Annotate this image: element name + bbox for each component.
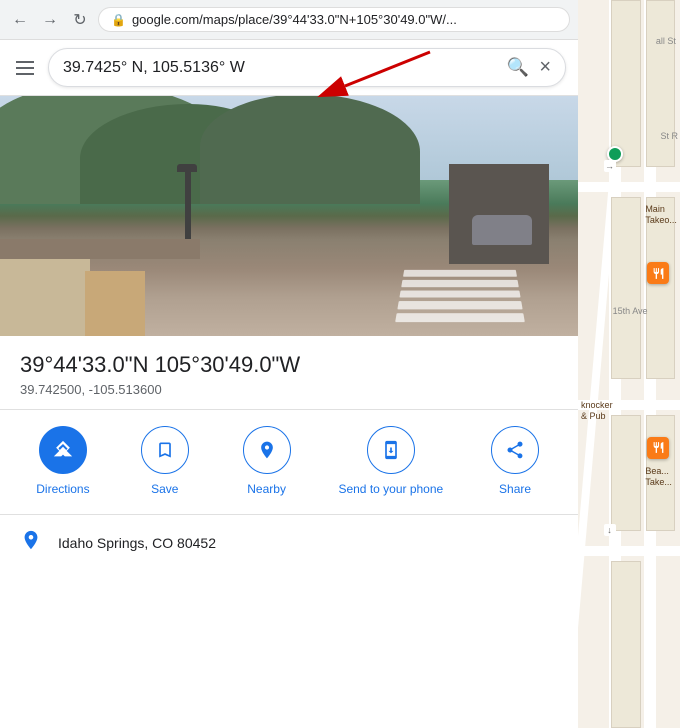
send-to-phone-icon-circle	[367, 426, 415, 474]
map-label-main: Main Takeo...	[645, 204, 680, 226]
map-label-knocker: knocker & Pub	[581, 400, 617, 422]
search-icon[interactable]: 🔍	[505, 55, 531, 80]
map-background: 15th Ave all St St R Main Takeo... knock…	[578, 0, 680, 728]
map-panel[interactable]: › 15th Ave all St St R Main Takeo... k	[578, 0, 680, 728]
lock-icon: 🔒	[111, 13, 126, 27]
back-button[interactable]: ←	[8, 8, 32, 32]
search-text: 39.7425° N, 105.5136° W	[63, 59, 497, 77]
directions-button[interactable]: Directions	[33, 426, 93, 498]
directions-icon-circle	[39, 426, 87, 474]
map-poi-bea-take[interactable]	[647, 437, 669, 459]
map-road-h3	[578, 546, 680, 556]
hamburger-line-2	[16, 67, 34, 69]
hamburger-line-3	[16, 73, 34, 75]
send-to-phone-label: Send to your phone	[338, 482, 443, 498]
search-input-wrapper[interactable]: 39.7425° N, 105.5136° W 🔍 ×	[48, 48, 566, 87]
reload-button[interactable]: ↻	[68, 8, 92, 32]
coordinates-dms: 39°44'33.0"N 105°30'49.0"W	[20, 352, 558, 378]
share-icon	[505, 440, 525, 460]
map-block-1	[611, 197, 642, 379]
address-bar[interactable]: 🔒 google.com/maps/place/39°44'33.0"N+105…	[98, 7, 570, 32]
location-pin-icon	[20, 529, 42, 557]
forward-button[interactable]: →	[38, 8, 62, 32]
menu-button[interactable]	[12, 57, 38, 79]
nearby-button[interactable]: Nearby	[237, 426, 297, 498]
map-block-5	[611, 0, 642, 167]
map-block-2	[611, 415, 642, 531]
share-button[interactable]: Share	[485, 426, 545, 498]
map-poi-main-takeo[interactable]	[647, 262, 669, 284]
nearby-icon	[257, 440, 277, 460]
map-block-7	[611, 561, 642, 728]
map-block-6	[646, 0, 675, 167]
street-view-image	[0, 96, 578, 336]
share-icon-circle	[491, 426, 539, 474]
clear-button[interactable]: ×	[539, 56, 551, 79]
send-to-phone-button[interactable]: Send to your phone	[338, 426, 443, 498]
hamburger-line-1	[16, 61, 34, 63]
directions-icon	[52, 439, 74, 461]
save-label: Save	[151, 482, 178, 498]
search-bar-container: 39.7425° N, 105.5136° W 🔍 ×	[0, 40, 578, 96]
map-arrow-2: ↓	[604, 524, 616, 536]
share-label: Share	[499, 482, 531, 498]
map-label-bea: Bea... Take...	[645, 466, 680, 488]
url-text: google.com/maps/place/39°44'33.0"N+105°3…	[132, 12, 457, 27]
map-street-label-allst: all St	[656, 36, 676, 46]
map-road-h1	[578, 182, 680, 192]
left-panel: ← → ↻ 🔒 google.com/maps/place/39°44'33.0…	[0, 0, 578, 728]
location-address: Idaho Springs, CO 80452	[58, 535, 216, 551]
map-street-label-str: St R	[660, 131, 678, 141]
action-buttons: Directions Save Nearby	[0, 410, 578, 515]
location-row: Idaho Springs, CO 80452	[0, 515, 578, 571]
save-icon-circle	[141, 426, 189, 474]
save-icon	[155, 440, 175, 460]
info-section: 39°44'33.0"N 105°30'49.0"W 39.742500, -1…	[0, 336, 578, 410]
directions-label: Directions	[36, 482, 89, 498]
coordinates-decimal: 39.742500, -105.513600	[20, 382, 558, 397]
nearby-icon-circle	[243, 426, 291, 474]
map-arrow-1: →	[604, 160, 616, 172]
map-street-label-15th: 15th Ave	[613, 306, 648, 316]
save-button[interactable]: Save	[135, 426, 195, 498]
nearby-label: Nearby	[247, 482, 286, 498]
browser-bar: ← → ↻ 🔒 google.com/maps/place/39°44'33.0…	[0, 0, 578, 40]
send-to-phone-icon	[381, 440, 401, 460]
